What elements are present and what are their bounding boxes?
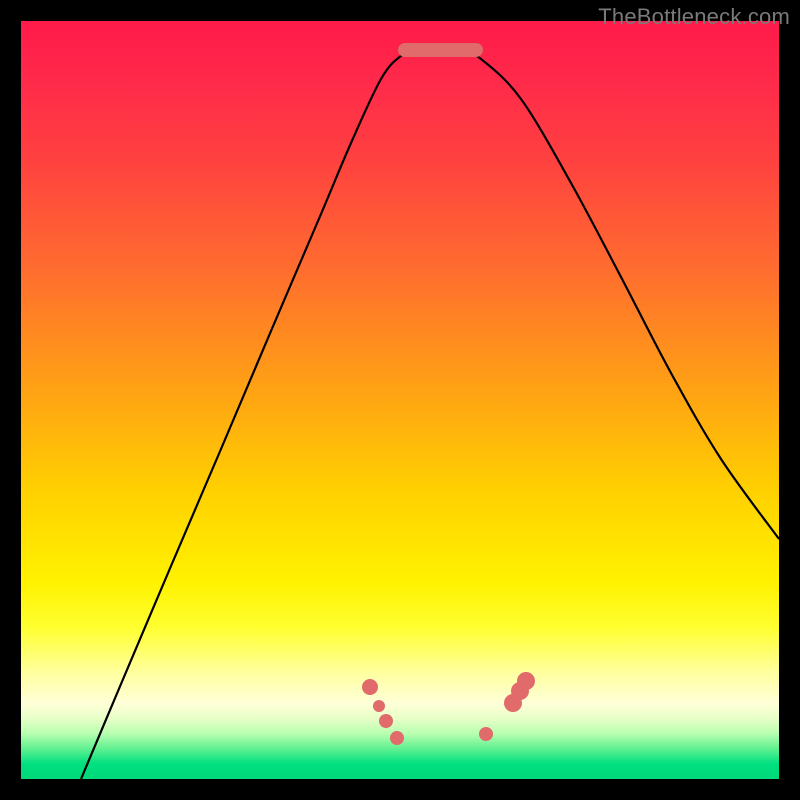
marker-group bbox=[362, 672, 535, 745]
right-dot-1 bbox=[479, 727, 493, 741]
right-cap-3 bbox=[517, 672, 535, 690]
watermark-text: TheBottleneck.com bbox=[598, 4, 790, 30]
left-dot-1 bbox=[362, 679, 378, 695]
left-dot-2 bbox=[373, 700, 385, 712]
chart-svg bbox=[21, 21, 779, 779]
plot-area bbox=[21, 21, 779, 779]
left-dot-3 bbox=[379, 714, 393, 728]
left-dot-4 bbox=[390, 731, 404, 745]
bottleneck-curve bbox=[81, 48, 779, 779]
